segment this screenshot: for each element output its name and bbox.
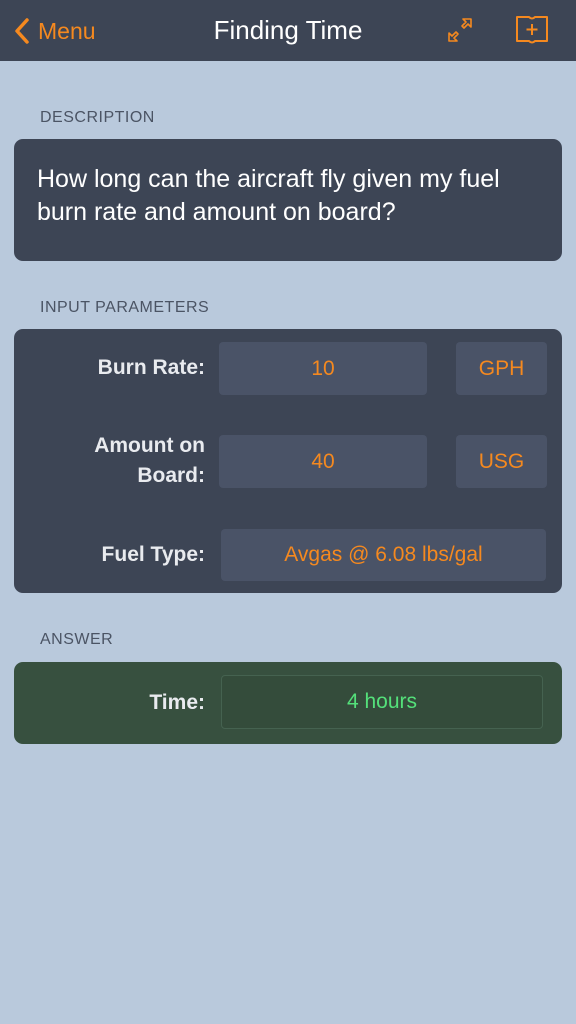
page-title: Finding Time [213,15,363,45]
burn-rate-unit-button[interactable]: GPH [456,342,547,395]
fuel-type-label: Fuel Type: [101,543,205,566]
nav-bar: Menu Finding Time [0,0,576,61]
expand-arrows-icon [448,18,472,42]
answer-card: Time: 4 hours [14,662,562,744]
description-card: How long can the aircraft fly given my f… [14,139,562,261]
amount-on-board-label: Amount on Board: [94,431,205,491]
add-bookmark-icon [516,16,548,44]
amount-on-board-label-line2: Board: [137,464,205,487]
answer-section-label: ANSWER [40,631,114,648]
description-text: How long can the aircraft fly given my f… [37,165,500,226]
input-parameters-section-label: INPUT PARAMETERS [40,299,210,316]
burn-rate-label: Burn Rate: [97,356,205,379]
description-section-label: DESCRIPTION [40,109,155,126]
amount-on-board-unit-button[interactable]: USG [456,435,547,488]
time-result-value: 4 hours [221,675,543,729]
input-parameters-card: Burn Rate: 10 GPH Amount on Board: 40 US… [14,329,562,593]
amount-on-board-label-line1: Amount on [94,434,205,457]
add-bookmark-button[interactable] [514,12,550,48]
burn-rate-input[interactable]: 10 [219,342,427,395]
fuel-type-selector[interactable]: Avgas @ 6.08 lbs/gal [221,529,546,581]
amount-on-board-input[interactable]: 40 [219,435,427,488]
time-label: Time: [149,691,205,714]
expand-button[interactable] [442,12,478,48]
